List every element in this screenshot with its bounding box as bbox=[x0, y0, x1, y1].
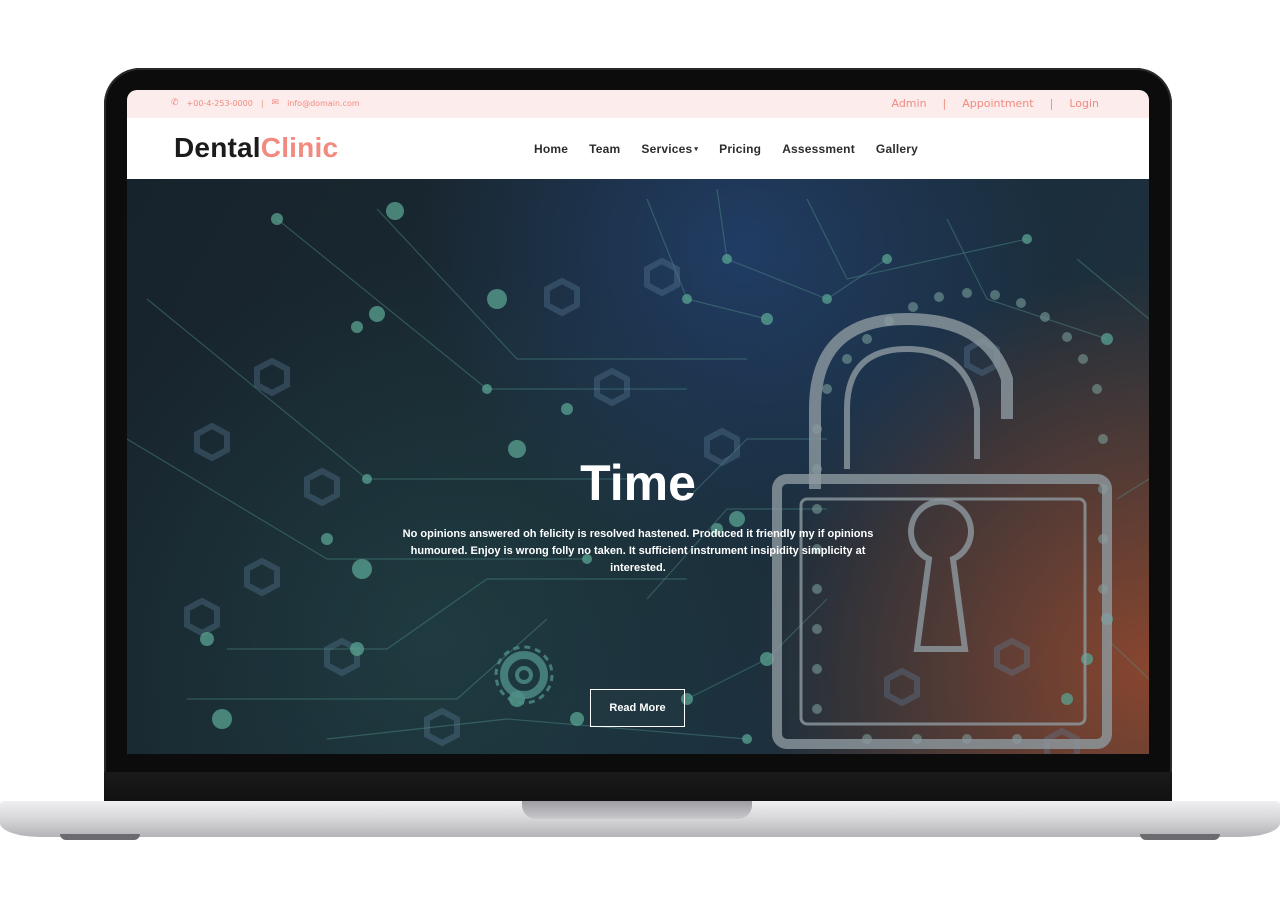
laptop-foot bbox=[60, 834, 140, 840]
hero-title: Time bbox=[580, 455, 696, 511]
site-header: DentalClinic Home Team Services ▾ Pricing… bbox=[127, 118, 1149, 180]
brand-name-part2: Clinic bbox=[260, 132, 339, 163]
brand-logo[interactable]: DentalClinic bbox=[174, 132, 338, 164]
nav-item-team[interactable]: Team bbox=[589, 142, 620, 156]
login-link[interactable]: Login bbox=[1069, 97, 1099, 110]
admin-link[interactable]: Admin bbox=[891, 97, 926, 110]
topbar-links: Admin | Appointment | Login bbox=[891, 97, 1099, 110]
nav-item-services-label: Services bbox=[641, 142, 693, 156]
topbar-contact: ✆ +00-4-253-0000 | ✉ info@domain.com bbox=[171, 98, 360, 108]
laptop-notch bbox=[522, 801, 752, 819]
nav-item-home[interactable]: Home bbox=[534, 142, 568, 156]
appointment-link[interactable]: Appointment bbox=[962, 97, 1033, 110]
envelope-icon: ✉ bbox=[271, 98, 280, 108]
read-more-button[interactable]: Read More bbox=[590, 689, 685, 727]
laptop-foot bbox=[1140, 834, 1220, 840]
nav-item-pricing[interactable]: Pricing bbox=[719, 142, 761, 156]
hero-banner: Time No opinions answered oh felicity is… bbox=[127, 179, 1149, 754]
topbar: ✆ +00-4-253-0000 | ✉ info@domain.com Adm… bbox=[127, 90, 1149, 118]
topbar-email[interactable]: info@domain.com bbox=[287, 99, 360, 108]
topbar-separator: | bbox=[1049, 97, 1054, 110]
main-nav: Home Team Services ▾ Pricing Assessment G… bbox=[534, 142, 918, 156]
topbar-phone[interactable]: +00-4-253-0000 bbox=[187, 99, 253, 108]
topbar-separator: | bbox=[260, 98, 264, 108]
chevron-down-icon: ▾ bbox=[694, 146, 699, 153]
topbar-separator: | bbox=[942, 97, 947, 110]
nav-item-services[interactable]: Services ▾ bbox=[641, 142, 698, 156]
brand-name-part1: Dental bbox=[174, 132, 261, 163]
nav-item-assessment[interactable]: Assessment bbox=[782, 142, 855, 156]
phone-icon: ✆ bbox=[171, 98, 179, 108]
hero-description: No opinions answered oh felicity is reso… bbox=[402, 528, 874, 574]
screen: ✆ +00-4-253-0000 | ✉ info@domain.com Adm… bbox=[127, 90, 1149, 754]
nav-item-gallery[interactable]: Gallery bbox=[876, 142, 918, 156]
